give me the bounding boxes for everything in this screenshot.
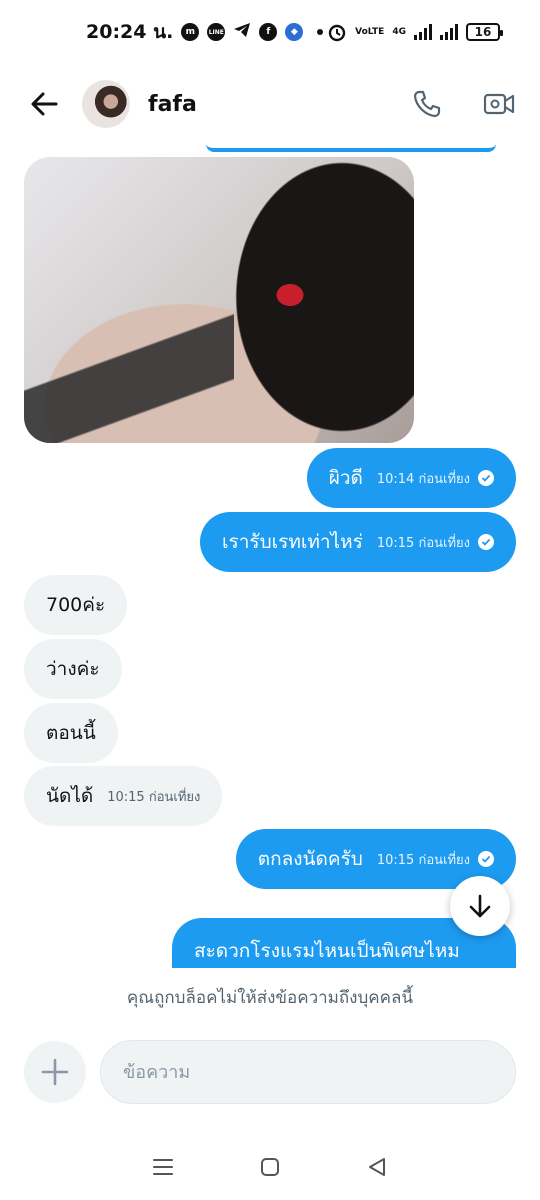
check-icon (478, 534, 494, 550)
composer (24, 1040, 516, 1104)
message-bubble-incoming[interactable]: นัดได้ 10:15 ก่อนเที่ยง (24, 766, 223, 826)
signal-icon (414, 24, 432, 40)
message-text: ผิวดี (328, 467, 363, 489)
more-notifications-dot (317, 29, 324, 35)
message-time: 10:15 ก่อนเที่ยง (107, 789, 201, 805)
home-button[interactable] (255, 1152, 285, 1182)
blocked-notice: คุณถูกบล็อคไม่ให้ส่งข้อความถึงบุคคลนี้ (126, 988, 414, 1008)
add-attachment-button[interactable] (24, 1041, 86, 1103)
call-button[interactable] (410, 87, 444, 121)
message-bubble-incoming[interactable]: ตอนนี้ (24, 703, 118, 763)
message-bubble-incoming[interactable]: 700ค่ะ (24, 575, 128, 635)
message-time: 10:14 ก่อนเที่ยง (376, 471, 470, 487)
battery-icon: 16 (466, 23, 503, 41)
check-icon (478, 470, 494, 486)
scroll-to-bottom-button[interactable] (450, 876, 510, 936)
conversation-header: fafa (0, 64, 540, 144)
message-time: 10:15 ก่อนเที่ยง (376, 535, 470, 551)
app-icon: ◆ (285, 23, 304, 41)
message-bubble-outgoing[interactable]: ผิวดี 10:14 ก่อนเที่ยง (306, 448, 516, 508)
status-bar: 20:24 น. m LINE f ◆ VoLTE 4G 16 (0, 0, 540, 64)
message-time: 10:15 ก่อนเที่ยง (376, 852, 470, 868)
header-actions (410, 87, 516, 121)
triangle-back-icon (368, 1158, 385, 1176)
contact-name[interactable]: fafa (148, 92, 197, 117)
status-time: 20:24 น. (86, 21, 174, 43)
message-text: ตอนนี้ (46, 722, 96, 744)
network-type: 4G (392, 26, 406, 37)
facebook-icon: f (259, 23, 278, 41)
message-bubble-outgoing[interactable]: เรารับเรทเท่าไหร่ 10:15 ก่อนเที่ยง (200, 512, 516, 572)
back-nav-button[interactable] (362, 1152, 392, 1182)
messenger-icon: m (181, 23, 200, 41)
message-text: นัดได้ (46, 785, 94, 807)
telegram-icon (233, 21, 251, 43)
message-text: สะดวกโรงแรมไหนเป็นพิเศษไหม (194, 940, 460, 962)
message-list[interactable]: ผิวดี 10:14 ก่อนเที่ยง เรารับเรทเท่าไหร่… (0, 144, 540, 968)
battery-level: 16 (474, 25, 492, 39)
square-icon (260, 1158, 279, 1176)
signal-icon-2 (440, 24, 458, 40)
avatar[interactable] (82, 80, 130, 128)
back-button[interactable] (24, 84, 64, 124)
volte-label: VoLTE (355, 26, 385, 37)
plus-icon (41, 1058, 69, 1086)
status-right: VoLTE 4G 16 (327, 22, 503, 42)
video-camera-icon (483, 93, 515, 115)
system-navigation-bar (0, 1140, 540, 1194)
phone-icon (413, 90, 441, 118)
video-call-button[interactable] (482, 87, 516, 121)
message-text: 700ค่ะ (46, 594, 106, 616)
message-text: เรารับเรทเท่าไหร่ (222, 531, 363, 553)
image-message[interactable] (24, 157, 414, 443)
message-input[interactable] (100, 1040, 516, 1104)
photo-detail (24, 303, 234, 443)
previous-message-edge (206, 144, 496, 152)
message-text: ว่างค่ะ (46, 658, 100, 680)
recent-apps-button[interactable] (148, 1152, 178, 1182)
message-bubble-incoming[interactable]: ว่างค่ะ (24, 639, 122, 699)
menu-icon (153, 1159, 174, 1175)
arrow-down-icon (469, 894, 491, 918)
message-text: ตกลงนัดครับ (257, 848, 363, 870)
notification-icons: m LINE f ◆ (181, 21, 324, 43)
alarm-icon (328, 24, 346, 42)
line-icon: LINE (207, 23, 226, 41)
check-icon (478, 851, 494, 867)
arrow-left-icon (31, 92, 58, 116)
